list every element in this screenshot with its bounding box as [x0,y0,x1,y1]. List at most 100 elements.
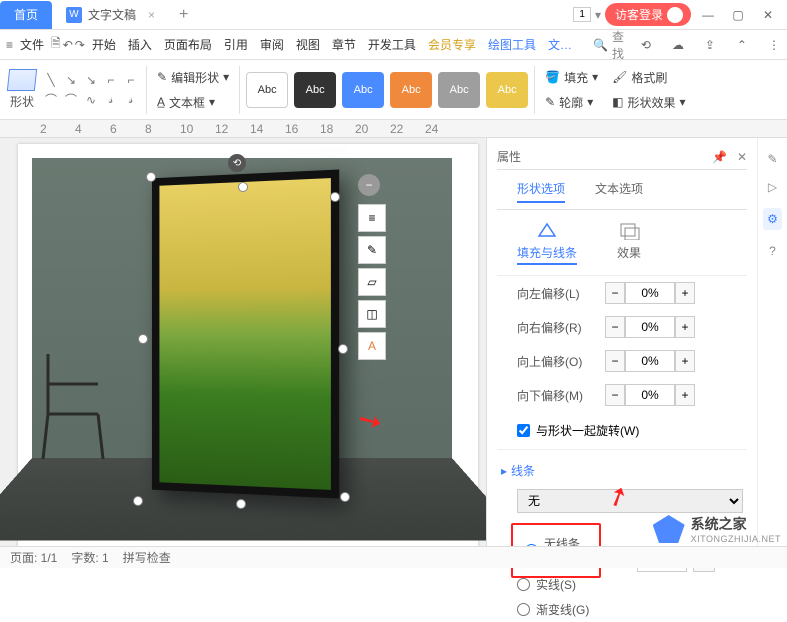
resize-handle-r[interactable] [338,344,348,354]
share-icon[interactable]: ⇪ [698,33,722,57]
close-panel-icon[interactable]: ✕ [737,150,747,164]
preset-2[interactable]: Abc [294,72,336,108]
close-button[interactable]: ✕ [755,4,781,26]
subtab-fill-line[interactable]: 填充与线条 [517,220,577,265]
effect-icon: ◧ [612,95,623,109]
menu-dev[interactable]: 开发工具 [363,32,421,57]
menu-review[interactable]: 审阅 [255,32,289,57]
menu-icon[interactable]: ≡ [6,33,13,57]
tab-text-options[interactable]: 文本选项 [595,180,643,203]
wrap-text-icon[interactable]: ≡ [358,204,386,232]
word-count[interactable]: 字数: 1 [71,549,108,566]
cloud-icon[interactable]: ☁ [666,33,690,57]
collapse-ribbon-icon[interactable]: ⌃ [730,33,754,57]
page-status[interactable]: 页面: 1/1 [10,549,57,566]
close-tab-icon[interactable]: × [148,8,155,22]
menu-member[interactable]: 会员专享 [423,32,481,57]
rotate-with-shape-checkbox[interactable] [517,424,530,437]
radio-gradient-line[interactable] [517,603,530,616]
style-icon[interactable]: A [358,332,386,360]
inc-button[interactable]: + [675,384,695,406]
inc-button[interactable]: + [675,316,695,338]
document-tab[interactable]: W 文字文稿 × [52,1,169,29]
menu-chapter[interactable]: 章节 [327,32,361,57]
rotation-handle[interactable]: ⟲ [228,154,246,172]
inc-button[interactable]: + [675,282,695,304]
brush-icon: 🖌 [612,70,627,84]
side-settings-icon[interactable]: ⚙ [763,208,782,230]
edit-shape-icon: ✎ [157,70,167,84]
resize-handle-br[interactable] [340,492,350,502]
dec-button[interactable]: − [605,384,625,406]
textbox-icon: A̲ [157,95,165,109]
search-box[interactable]: 🔍 查找 [585,26,632,64]
text-box-button[interactable]: A̲文本框 ▾ [153,92,233,113]
shape-effect-button[interactable]: ◧形状效果 ▾ [608,92,689,113]
offset-right-input[interactable] [625,316,675,338]
more-icon[interactable]: ⋮ [762,33,786,57]
outline-button[interactable]: ✎轮廓 ▾ [541,92,602,113]
spell-check[interactable]: 拼写检查 [123,549,171,566]
side-select-icon[interactable]: ▷ [768,180,777,194]
maximize-button[interactable]: ▢ [725,4,751,26]
chair-graphic [38,344,118,464]
preset-6[interactable]: Abc [486,72,528,108]
sync-icon[interactable]: ⟲ [634,33,658,57]
layout-icon[interactable]: ◫ [358,300,386,328]
redo-icon[interactable]: ↷ [75,33,85,57]
side-help-icon[interactable]: ? [769,244,776,258]
format-painter-button[interactable]: 🖌格式刷 [608,67,689,88]
file-menu[interactable]: 文件 [15,32,49,57]
edit-shape-button[interactable]: ✎编辑形状 ▾ [153,67,233,88]
inc-button[interactable]: + [675,350,695,372]
dropdown-icon[interactable]: ▾ [595,8,601,22]
undo-icon[interactable]: ↶ [63,33,73,57]
edit-icon[interactable]: ✎ [358,236,386,264]
menu-ref[interactable]: 引用 [219,32,253,57]
menu-start[interactable]: 开始 [87,32,121,57]
fill-button[interactable]: 🪣填充 ▾ [541,67,602,88]
crop-icon[interactable]: ▱ [358,268,386,296]
guest-login-button[interactable]: 访客登录 [605,3,691,26]
save-icon[interactable]: 🗎 [51,33,61,57]
tab-shape-options[interactable]: 形状选项 [517,180,565,203]
offset-left-input[interactable] [625,282,675,304]
resize-handle-bl[interactable] [133,496,143,506]
menu-drawing-tools[interactable]: 绘图工具 [483,32,541,57]
menu-insert[interactable]: 插入 [123,32,157,57]
pin-icon[interactable]: 📌 [712,150,727,164]
window-count[interactable]: 1 [573,7,591,22]
dec-button[interactable]: − [605,350,625,372]
selected-shape[interactable] [152,169,339,498]
menu-layout[interactable]: 页面布局 [159,32,217,57]
offset-down-label: 向下偏移(M) [517,387,597,404]
zoom-out-icon[interactable]: − [358,174,380,196]
style-presets[interactable]: Abc Abc Abc Abc Abc Abc [246,72,528,108]
radio-solid-line[interactable] [517,578,530,591]
menu-view[interactable]: 视图 [291,32,325,57]
offset-up-input[interactable] [625,350,675,372]
preset-3[interactable]: Abc [342,72,384,108]
preset-1[interactable]: Abc [246,72,288,108]
search-icon: 🔍 [593,38,608,52]
preset-5[interactable]: Abc [438,72,480,108]
resize-handle-b[interactable] [236,499,246,509]
shape-button[interactable]: 形状 [8,69,36,110]
menu-more[interactable]: 文… [543,32,577,57]
resize-handle-tl[interactable] [146,172,156,182]
subtab-effect[interactable]: 效果 [617,220,641,265]
line-shapes-grid[interactable]: ╲↘↘⌐⌐ ⌒⌒∿𝓈𝓈 [42,71,140,109]
resize-handle-tr[interactable] [330,192,340,202]
offset-down-input[interactable] [625,384,675,406]
home-tab[interactable]: 首页 [0,1,52,29]
side-edit-icon[interactable]: ✎ [767,152,777,166]
dec-button[interactable]: − [605,282,625,304]
resize-handle-l[interactable] [138,334,148,344]
preset-4[interactable]: Abc [390,72,432,108]
dec-button[interactable]: − [605,316,625,338]
document-canvas[interactable]: ⟲ − ≡ ✎ ▱ ◫ A ➘ [0,138,486,560]
minimize-button[interactable]: — [695,4,721,26]
add-tab-button[interactable]: + [169,6,198,24]
resize-handle-t[interactable] [238,182,248,192]
page: ⟲ − ≡ ✎ ▱ ◫ A ➘ [18,144,478,554]
